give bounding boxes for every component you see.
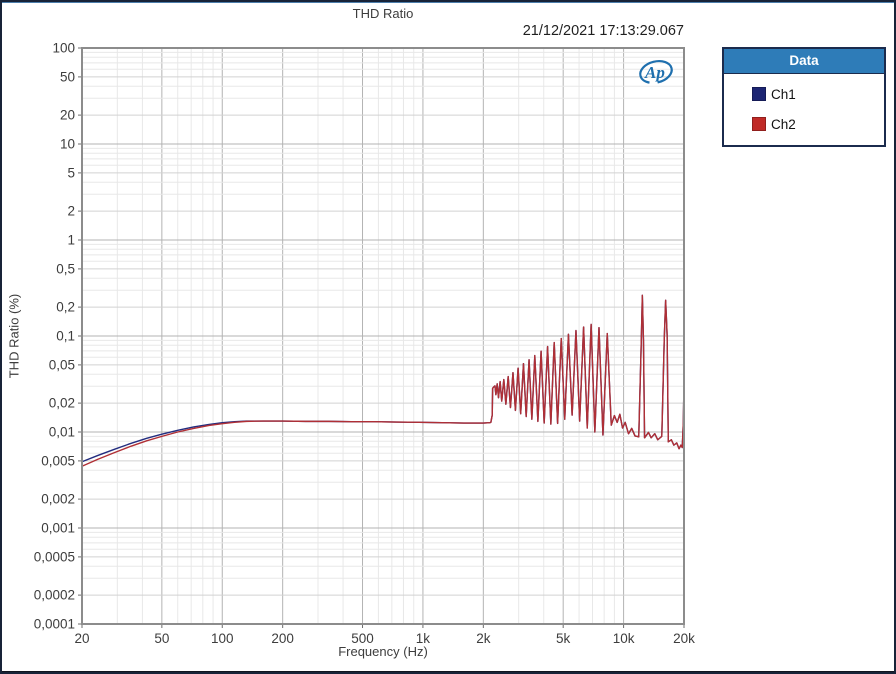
ch1-color-swatch [752, 87, 766, 101]
y-tick-label: 100 [52, 41, 75, 56]
legend-body: Ch1 Ch2 [724, 74, 884, 145]
ch2-color-swatch [752, 117, 766, 131]
y-tick-label: 10 [60, 137, 75, 152]
y-tick-label: 0,02 [49, 396, 75, 411]
y-tick-label: 50 [60, 69, 75, 84]
y-tick-label: 5 [67, 165, 75, 180]
svg-text:Ap: Ap [644, 63, 665, 82]
y-axis-title: THD Ratio (%) [7, 294, 22, 379]
y-tick-label: 0,0002 [34, 588, 75, 603]
legend-header: Data [724, 49, 884, 74]
y-tick-label: 1 [67, 233, 75, 248]
y-tick-label: 0,2 [56, 300, 75, 315]
y-tick-label: 2 [67, 204, 75, 219]
legend-item-ch2[interactable]: Ch2 [724, 109, 884, 139]
legend-item-label: Ch2 [771, 117, 796, 132]
y-tick-label: 0,5 [56, 261, 75, 276]
y-tick-label: 0,001 [41, 521, 75, 536]
audio-precision-logo-icon: Ap [634, 57, 676, 89]
y-tick-label: 0,01 [49, 425, 75, 440]
thd-ratio-graph-panel: THD Ratio 21/12/2021 17:13:29.067 205010… [0, 0, 896, 674]
ch2-trace [82, 295, 684, 466]
y-tick-label: 0,002 [41, 492, 75, 507]
y-tick-label: 0,005 [41, 453, 75, 468]
y-tick-label: 20 [60, 108, 75, 123]
legend-panel: Data Ch1 Ch2 [722, 47, 886, 147]
legend-item-ch1[interactable]: Ch1 [724, 79, 884, 109]
x-axis-title: Frequency (Hz) [82, 644, 684, 659]
y-tick-label: 0,0001 [34, 617, 75, 632]
legend-item-label: Ch1 [771, 87, 796, 102]
y-tick-label: 0,0005 [34, 549, 75, 564]
y-tick-label: 0,1 [56, 329, 75, 344]
y-tick-label: 0,05 [49, 357, 75, 372]
